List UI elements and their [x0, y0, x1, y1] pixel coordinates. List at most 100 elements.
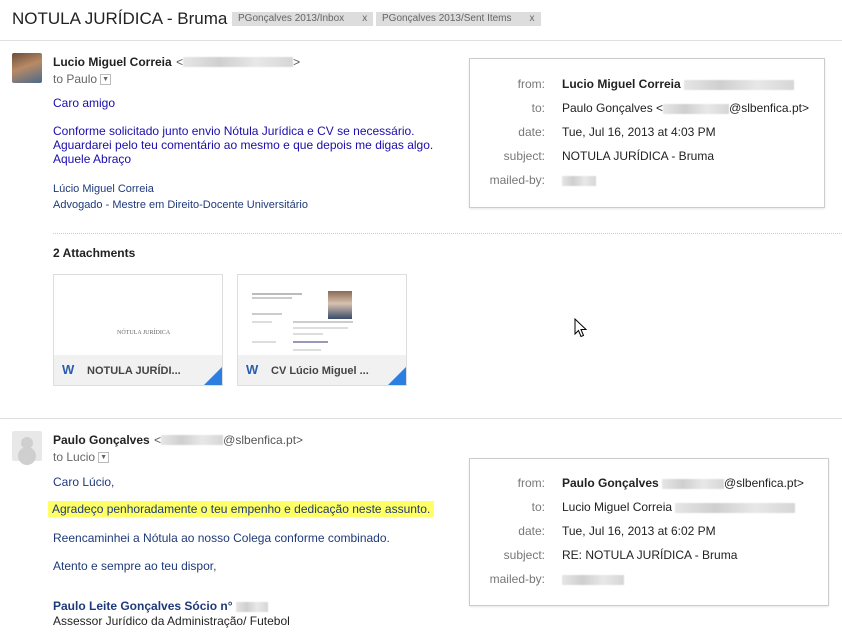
message1-details-popup: from: Lucio Miguel Correia to: Paulo Gon… — [469, 58, 825, 208]
message1-signature: Lúcio Miguel Correia Advogado - Mestre e… — [53, 183, 308, 211]
sender-email-open: < — [176, 55, 184, 69]
mouse-cursor-icon — [574, 318, 588, 338]
detail-value: Paulo Gonçalves @slbenfica.pt> — [562, 476, 804, 490]
to-suffix: @slbenfica.pt> — [729, 101, 809, 115]
preview-line — [293, 327, 348, 329]
label-chip-inbox[interactable]: PGonçalves 2013/Inbox x — [232, 12, 374, 26]
message-divider — [0, 418, 842, 419]
body-line: Aquele Abraço — [53, 152, 132, 166]
signature-title: Advogado - Mestre em Direito-Docente Uni… — [53, 199, 308, 211]
attachment-card[interactable]: W CV Lúcio Miguel ... — [237, 274, 407, 386]
detail-value — [562, 572, 624, 586]
redacted-email — [663, 103, 730, 114]
from-name: Paulo Gonçalves — [562, 476, 659, 490]
remove-label-icon[interactable]: x — [530, 13, 535, 24]
redacted-email — [684, 79, 795, 90]
sender-email-suffix: @slbenfica.pt> — [223, 433, 304, 447]
detail-value: Lucio Miguel Correia — [562, 77, 795, 91]
sender-name: Lucio Miguel Correia — [53, 55, 172, 69]
attachment-card[interactable]: NÓTULA JURÍDICA W NOTULA JURÍDI... — [53, 274, 223, 386]
preview-line — [252, 297, 292, 299]
detail-key: subject: — [503, 548, 545, 562]
detail-key: date: — [518, 524, 545, 538]
message2-signature-title: Assessor Jurídico da Administração/ Fute… — [53, 614, 290, 628]
detail-value: Tue, Jul 16, 2013 at 4:03 PM — [562, 125, 716, 139]
message2-sender[interactable]: Paulo Gonçalves < @slbenfica.pt> — [53, 431, 303, 449]
show-details-dropdown-icon[interactable]: ▼ — [100, 74, 112, 86]
to-line: to Lucio — [53, 450, 96, 464]
attachment-corner-icon — [204, 367, 222, 385]
preview-text: NÓTULA JURÍDICA — [117, 330, 171, 336]
signature-name: Lúcio Miguel Correia — [53, 183, 154, 195]
attachment-filename: CV Lúcio Miguel ... — [271, 365, 369, 377]
detail-key: to: — [531, 500, 545, 514]
redacted-email — [183, 56, 294, 67]
thread-subject: NOTULA JURÍDICA - Bruma — [12, 9, 228, 28]
attachment-filename: NOTULA JURÍDI... — [87, 365, 181, 377]
detail-key: from: — [517, 77, 545, 91]
word-icon: W — [62, 362, 75, 377]
highlighted-text: Agradeço penhoradamente o teu empenho e … — [48, 501, 435, 517]
label-text: PGonçalves 2013/Sent Items — [382, 13, 512, 24]
message1-body: Caro amigo Conforme solicitado junto env… — [53, 96, 463, 166]
to-line: to Paulo — [53, 72, 98, 86]
sender-name: Paulo Gonçalves — [53, 433, 150, 447]
attachment-footer[interactable]: W NOTULA JURÍDI... — [54, 355, 222, 385]
preview-line — [293, 349, 321, 351]
from-suffix: @slbenfica.pt> — [724, 476, 804, 490]
attachments-divider — [53, 233, 842, 234]
detail-key: mailed-by: — [489, 572, 545, 586]
word-icon: W — [246, 362, 259, 377]
label-chip-sent-items[interactable]: PGonçalves 2013/Sent Items x — [376, 12, 541, 26]
message2-greeting: Caro Lúcio, — [53, 475, 115, 489]
message1-recipients: to Paulo ▼ — [53, 72, 112, 86]
detail-key: to: — [531, 101, 545, 115]
detail-value — [562, 173, 596, 187]
attachment-preview[interactable] — [238, 275, 406, 355]
message2-details-popup: from: Paulo Gonçalves @slbenfica.pt> to:… — [469, 458, 829, 606]
label-text: PGonçalves 2013/Inbox — [238, 13, 345, 24]
attachment-corner-icon — [388, 367, 406, 385]
detail-value: Tue, Jul 16, 2013 at 6:02 PM — [562, 524, 716, 538]
preview-line — [252, 341, 276, 343]
redacted-domain — [562, 574, 624, 585]
message2-body-line: Reencaminhei a Nótula ao nosso Colega co… — [53, 531, 390, 545]
sender-email-close: > — [293, 55, 301, 69]
to-prefix: Paulo Gonçalves < — [562, 101, 664, 115]
preview-photo — [328, 291, 352, 319]
redacted-domain — [562, 175, 596, 186]
preview-line — [252, 293, 302, 295]
detail-key: mailed-by: — [489, 173, 545, 187]
detail-value: NOTULA JURÍDICA - Bruma — [562, 149, 715, 163]
sender-avatar-placeholder[interactable] — [12, 431, 42, 461]
attachments-title: 2 Attachments — [53, 246, 136, 260]
preview-line — [252, 313, 282, 315]
message1-sender[interactable]: Lucio Miguel Correia < > — [53, 53, 300, 71]
sender-email-open: < — [154, 433, 162, 447]
body-line: Conforme solicitado junto envio Nótula J… — [53, 124, 415, 138]
redacted-number — [235, 601, 268, 612]
to-name: Lucio Miguel Correia — [562, 500, 673, 514]
attachment-preview[interactable]: NÓTULA JURÍDICA — [54, 275, 222, 355]
from-name: Lucio Miguel Correia — [562, 77, 681, 91]
detail-key: subject: — [503, 149, 545, 163]
show-details-dropdown-icon[interactable]: ▼ — [98, 452, 110, 464]
sender-avatar[interactable] — [12, 53, 42, 83]
signature-name: Paulo Leite Gonçalves Sócio n° — [53, 599, 233, 613]
attachment-footer[interactable]: W CV Lúcio Miguel ... — [238, 355, 406, 385]
detail-value: Paulo Gonçalves < @slbenfica.pt> — [562, 101, 809, 115]
preview-line — [293, 333, 323, 335]
greeting: Caro amigo — [53, 96, 116, 110]
preview-line — [293, 341, 328, 343]
message2-highlight-line: Agradeço penhoradamente o teu empenho e … — [48, 501, 435, 517]
detail-key: from: — [517, 476, 545, 490]
message2-body-line: Atento e sempre ao teu dispor, — [53, 559, 217, 573]
detail-value: Lucio Miguel Correia — [562, 500, 796, 514]
redacted-email — [161, 434, 224, 445]
detail-value: RE: NOTULA JURÍDICA - Bruma — [562, 548, 738, 562]
detail-key: date: — [518, 125, 545, 139]
preview-line — [252, 321, 272, 323]
remove-label-icon[interactable]: x — [362, 13, 367, 24]
message2-recipients: to Lucio ▼ — [53, 450, 110, 464]
redacted-email — [662, 478, 725, 489]
